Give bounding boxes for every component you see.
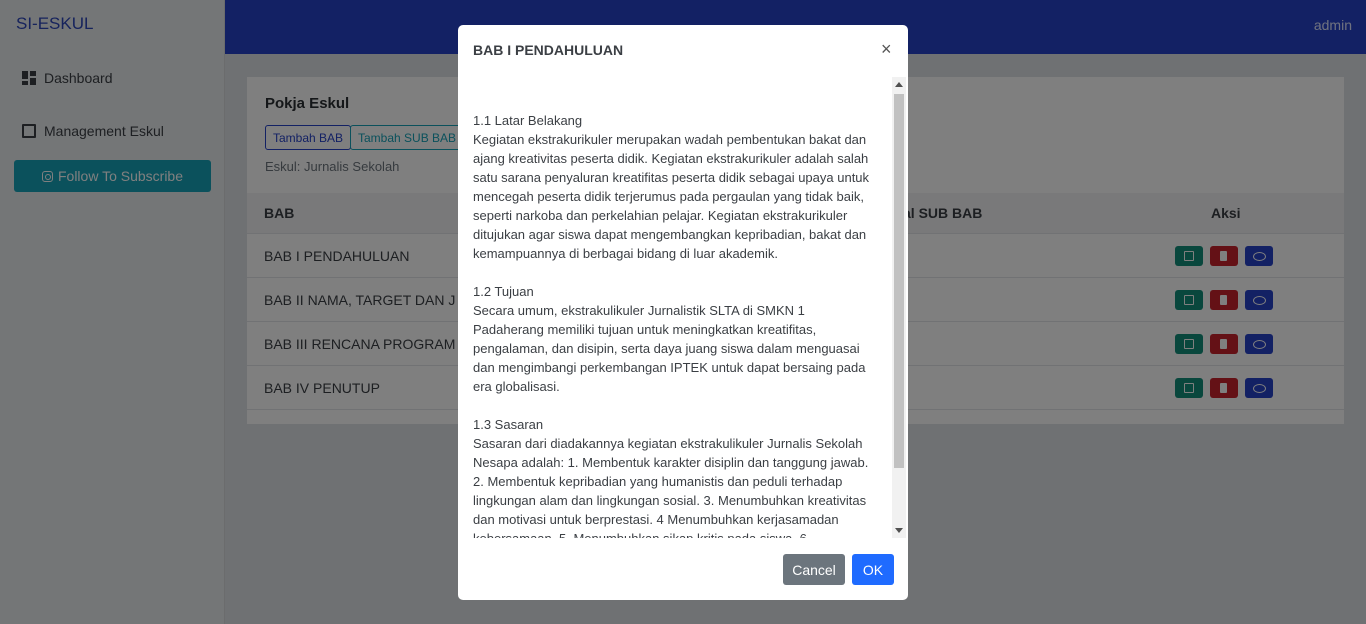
- modal-body[interactable]: 1.1 Latar Belakang Kegiatan ekstrakuriku…: [473, 77, 893, 538]
- close-icon[interactable]: ×: [881, 39, 892, 60]
- ok-button[interactable]: OK: [852, 554, 894, 585]
- scrollbar-thumb[interactable]: [894, 94, 904, 468]
- modal-title: BAB I PENDAHULUAN: [473, 42, 624, 58]
- modal-body-text: 1.1 Latar Belakang Kegiatan ekstrakuriku…: [473, 113, 870, 538]
- scroll-up-icon[interactable]: [895, 82, 903, 87]
- bab-detail-modal: BAB I PENDAHULUAN × 1.1 Latar Belakang K…: [458, 25, 908, 600]
- modal-scrollbar[interactable]: [892, 77, 906, 538]
- scroll-down-icon[interactable]: [895, 528, 903, 533]
- cancel-button[interactable]: Cancel: [783, 554, 845, 585]
